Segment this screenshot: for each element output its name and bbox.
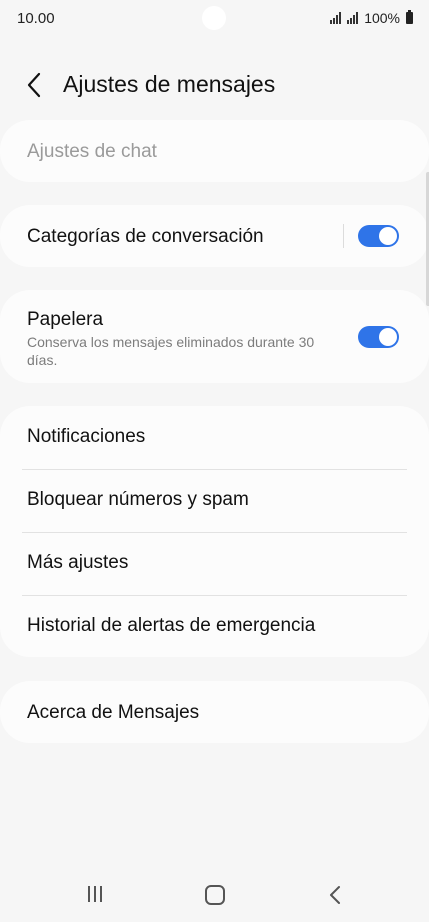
menu-item-label: Historial de alertas de emergencia — [27, 615, 316, 636]
back-icon[interactable] — [22, 68, 48, 102]
divider — [343, 224, 344, 248]
menu-item-label: Más ajustes — [27, 552, 129, 573]
toggle-knob — [379, 227, 397, 245]
about-messages-label: Acerca de Mensajes — [27, 702, 200, 723]
settings-menu-group: Notificaciones Bloquear números y spam M… — [0, 406, 429, 657]
toggle-knob — [379, 328, 397, 346]
status-time: 10.00 — [17, 10, 55, 27]
status-indicators: 100% — [330, 10, 413, 26]
more-settings-item[interactable]: Más ajustes — [0, 532, 429, 594]
trash-description: Conserva los mensajes eliminados durante… — [27, 334, 315, 368]
conversation-categories-row[interactable]: Categorías de conversación — [0, 205, 429, 267]
trash-toggle[interactable] — [358, 326, 399, 348]
page-title: Ajustes de mensajes — [63, 71, 276, 97]
recents-icon[interactable] — [86, 885, 104, 903]
conversation-categories-label: Categorías de conversación — [27, 226, 264, 247]
notifications-item[interactable]: Notificaciones — [0, 406, 429, 468]
chat-settings-row[interactable]: Ajustes de chat — [0, 120, 429, 182]
status-bar: 10.00 100% — [0, 0, 429, 36]
about-messages-row[interactable]: Acerca de Mensajes — [0, 681, 429, 743]
camera-cutout — [202, 6, 226, 30]
signal-icon — [330, 12, 342, 24]
header: Ajustes de mensajes — [0, 60, 429, 110]
menu-item-label: Notificaciones — [27, 426, 146, 447]
battery-icon — [406, 10, 413, 24]
chat-settings-label: Ajustes de chat — [27, 141, 157, 162]
nav-back-icon[interactable] — [328, 884, 342, 906]
block-numbers-spam-item[interactable]: Bloquear números y spam — [0, 469, 429, 531]
emergency-alert-history-item[interactable]: Historial de alertas de emergencia — [0, 595, 429, 657]
home-icon[interactable] — [205, 885, 225, 905]
menu-item-label: Bloquear números y spam — [27, 489, 249, 510]
signal-icon — [347, 12, 359, 24]
trash-row[interactable]: Papelera Conserva los mensajes eliminado… — [0, 290, 429, 383]
trash-label: Papelera — [27, 309, 104, 330]
conversation-categories-toggle[interactable] — [358, 225, 399, 247]
battery-percent: 100% — [364, 10, 400, 26]
navigation-bar — [0, 870, 429, 922]
